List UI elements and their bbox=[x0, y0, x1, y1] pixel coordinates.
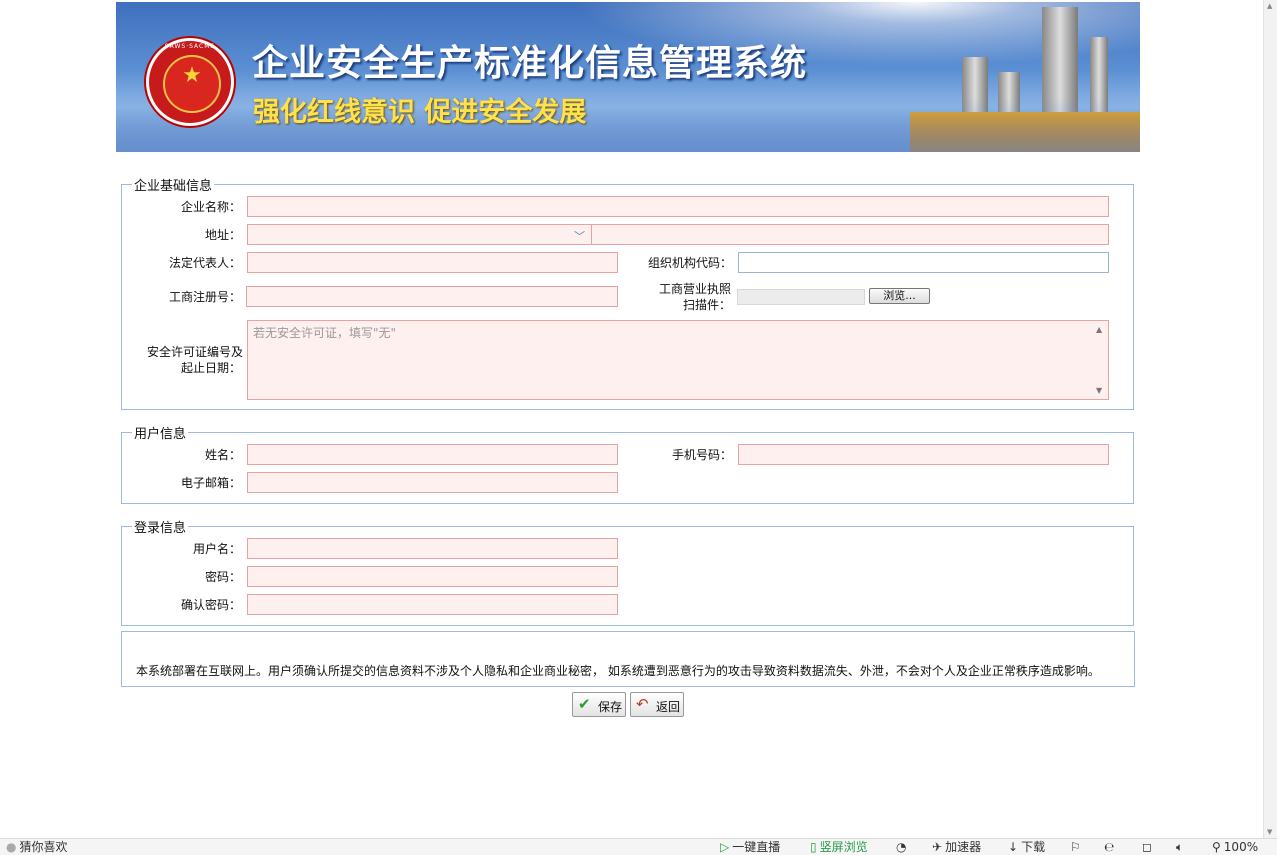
username-label: 用户名： bbox=[192, 542, 241, 556]
license-label-line2: 扫描件： bbox=[682, 298, 731, 312]
save-button[interactable]: ✔ 保存 bbox=[572, 692, 626, 717]
email-input[interactable] bbox=[247, 472, 618, 493]
system-title: 企业安全生产标准化信息管理系统 bbox=[252, 43, 808, 84]
confirm-password-label: 确认密码： bbox=[180, 598, 241, 612]
system-slogan: 强化红线意识 促进安全发展 bbox=[253, 97, 587, 128]
user-name-label: 姓名： bbox=[204, 448, 241, 462]
scroll-up-icon[interactable]: ▲ bbox=[1267, 2, 1272, 10]
header-banner: SAWS·SACMS ★ 企业安全生产标准化信息管理系统 强化红线意识 促进安全… bbox=[116, 2, 1140, 152]
permit-label-line1: 安全许可证编号及 bbox=[146, 345, 243, 359]
company-name-input[interactable] bbox=[247, 196, 1109, 217]
download-button[interactable]: ↓ 下载 bbox=[1008, 840, 1045, 855]
reg-no-input[interactable] bbox=[246, 286, 618, 307]
confirm-password-input[interactable] bbox=[247, 594, 618, 615]
company-name-label: 企业名称： bbox=[180, 200, 241, 214]
phone-label: 手机号码： bbox=[671, 448, 732, 462]
dot-icon: ● bbox=[6, 840, 17, 854]
logo-seal: SAWS·SACMS ★ bbox=[146, 38, 234, 126]
magnifier-icon: ⚲ bbox=[1212, 840, 1221, 854]
user-info-legend: 用户信息 bbox=[134, 427, 187, 442]
page: SAWS·SACMS ★ 企业安全生产标准化信息管理系统 强化红线意识 促进安全… bbox=[0, 0, 1263, 838]
login-info-legend: 登录信息 bbox=[134, 521, 187, 536]
rocket-icon: ✈ bbox=[932, 840, 943, 854]
license-label-line1: 工商营业执照 bbox=[658, 282, 731, 296]
phone-input[interactable] bbox=[738, 444, 1109, 465]
user-name-input[interactable] bbox=[247, 444, 618, 465]
reg-no-label: 工商注册号： bbox=[168, 290, 241, 304]
textarea-scrollbar[interactable]: ▲ ▼ bbox=[1092, 321, 1108, 399]
page-scrollbar[interactable]: ▲ ▼ bbox=[1263, 0, 1277, 838]
legal-rep-label: 法定代表人： bbox=[168, 256, 241, 270]
enterprise-info-legend: 企业基础信息 bbox=[134, 179, 213, 194]
disclaimer-box: 本系统部署在互联网上。用户须确认所提交的信息资料不涉及个人隐私和企业商业秘密， … bbox=[121, 631, 1135, 687]
vertical-view-button[interactable]: ▯ 竖屏浏览 bbox=[810, 840, 868, 855]
window-icon[interactable]: ◻ bbox=[1142, 840, 1152, 855]
chevron-down-icon: ﹀ bbox=[574, 230, 585, 243]
volume-icon[interactable]: 🔈︎ bbox=[1176, 840, 1183, 855]
password-label: 密码： bbox=[204, 570, 241, 584]
phone-icon: ▯ bbox=[810, 840, 817, 854]
live-button[interactable]: ▷ 一键直播 bbox=[720, 840, 780, 855]
disclaimer-text: 本系统部署在互联网上。用户须确认所提交的信息资料不涉及个人隐私和企业商业秘密， … bbox=[136, 664, 1100, 678]
scroll-up-icon[interactable]: ▲ bbox=[1096, 325, 1102, 334]
permit-placeholder: 若无安全许可证，填写"无" bbox=[253, 326, 397, 340]
guess-you-like[interactable]: ● 猜你喜欢 bbox=[6, 840, 68, 855]
speed-icon[interactable]: ◔ bbox=[896, 840, 906, 855]
password-input[interactable] bbox=[247, 566, 618, 587]
browse-button[interactable]: 浏览... bbox=[869, 288, 930, 304]
star-icon: ★ bbox=[182, 63, 202, 88]
browser-status-bar: ● 猜你喜欢 ▷ 一键直播 ▯ 竖屏浏览 ◔ ✈ 加速器 ↓ 下载 ⚐ ℮ ◻ 🔈︎ ⚲ 1… bbox=[0, 838, 1277, 855]
permit-textarea[interactable]: 若无安全许可证，填写"无" ▲ ▼ bbox=[247, 320, 1109, 400]
address-region-select[interactable]: ﹀ bbox=[247, 224, 592, 245]
username-input[interactable] bbox=[247, 538, 618, 559]
permit-label-line2: 起止日期： bbox=[180, 361, 241, 375]
checkmark-icon: ✔ bbox=[578, 695, 591, 713]
back-button[interactable]: ↶ 返回 bbox=[630, 692, 684, 717]
org-code-label: 组织机构代码： bbox=[647, 256, 732, 270]
license-file-path[interactable] bbox=[737, 289, 865, 305]
accelerator-button[interactable]: ✈ 加速器 bbox=[932, 840, 981, 855]
zoom-control[interactable]: ⚲ 100% bbox=[1212, 840, 1258, 855]
legal-rep-input[interactable] bbox=[247, 252, 618, 273]
scroll-down-icon[interactable]: ▼ bbox=[1267, 828, 1272, 836]
scroll-down-icon[interactable]: ▼ bbox=[1096, 386, 1102, 395]
play-icon: ▷ bbox=[720, 840, 730, 854]
email-label: 电子邮箱： bbox=[180, 476, 241, 490]
ie-icon[interactable]: ℮ bbox=[1104, 840, 1114, 855]
return-arrow-icon: ↶ bbox=[636, 695, 649, 713]
flag-icon[interactable]: ⚐ bbox=[1070, 840, 1081, 855]
address-label: 地址： bbox=[204, 228, 241, 242]
download-icon: ↓ bbox=[1008, 840, 1019, 854]
address-detail-input[interactable] bbox=[591, 224, 1109, 245]
org-code-input[interactable] bbox=[738, 252, 1109, 273]
